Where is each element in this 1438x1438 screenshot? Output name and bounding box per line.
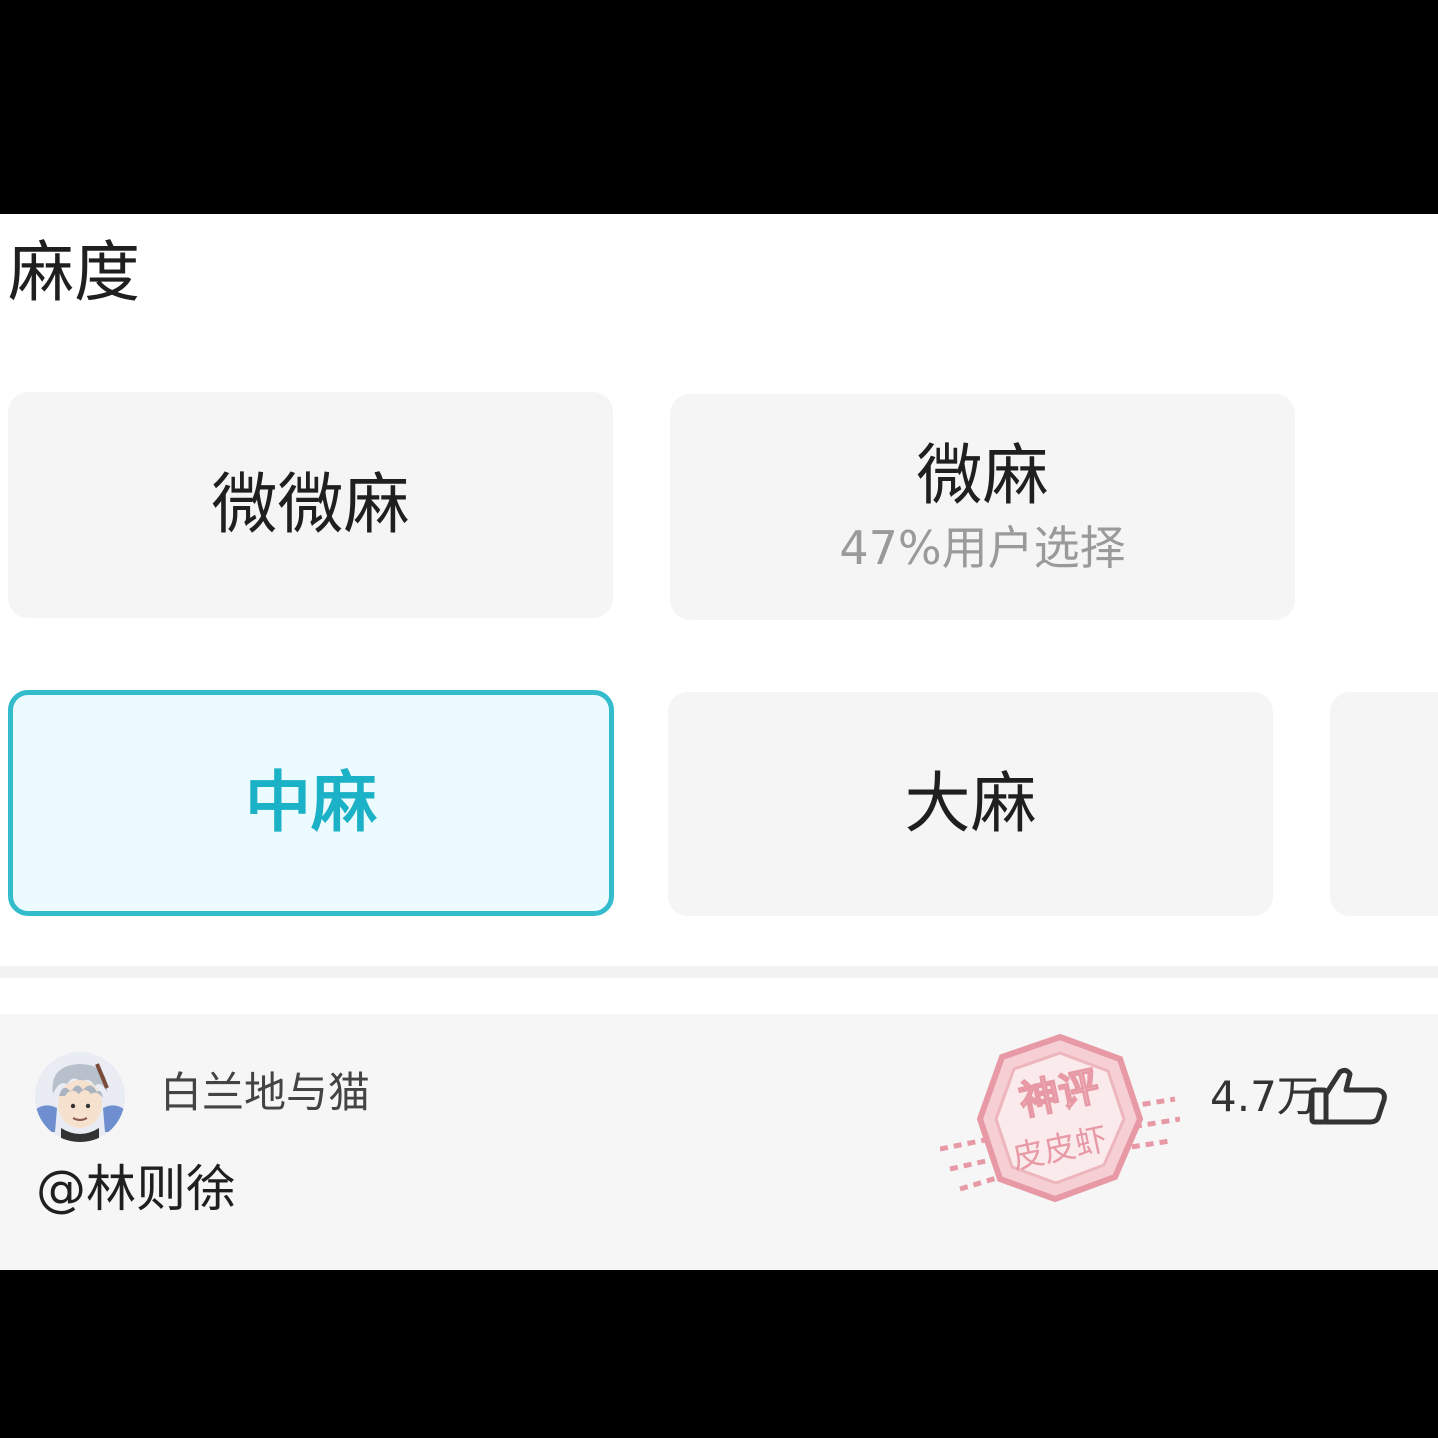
comment-username[interactable]: 白兰地与猫 — [160, 1072, 370, 1114]
option-heavy[interactable]: 大麻 — [668, 692, 1273, 916]
option-vote-percentage: 47%用户选择 — [839, 521, 1126, 575]
option-medium[interactable]: 中麻 — [8, 690, 614, 916]
option-very-mild[interactable]: 微微麻 — [8, 392, 613, 618]
divider — [0, 966, 1438, 978]
option-label: 大麻 — [904, 764, 1037, 842]
option-partial-offscreen[interactable] — [1330, 692, 1438, 916]
option-label: 微麻 — [916, 437, 1049, 515]
option-label: 微微麻 — [211, 465, 410, 543]
like-count: 4.7万 — [1210, 1072, 1319, 1121]
comment-card: 白兰地与猫 @林则徐 神评 皮皮虾 4.7万 — [0, 1014, 1438, 1270]
option-label: 中麻 — [245, 763, 377, 841]
comment-text: @林则徐 — [36, 1160, 236, 1218]
content-area: 麻度 微微麻 微麻 47%用户选择 中麻 大麻 白兰地与猫 @林则徐 神评 皮皮… — [0, 214, 1438, 1270]
thumbs-up-icon[interactable] — [1306, 1064, 1390, 1128]
option-mild[interactable]: 微麻 47%用户选择 — [670, 394, 1295, 620]
section-title: 麻度 — [8, 234, 140, 311]
watermark-stamp: 神评 皮皮虾 — [939, 1019, 1181, 1209]
avatar[interactable] — [35, 1052, 125, 1142]
